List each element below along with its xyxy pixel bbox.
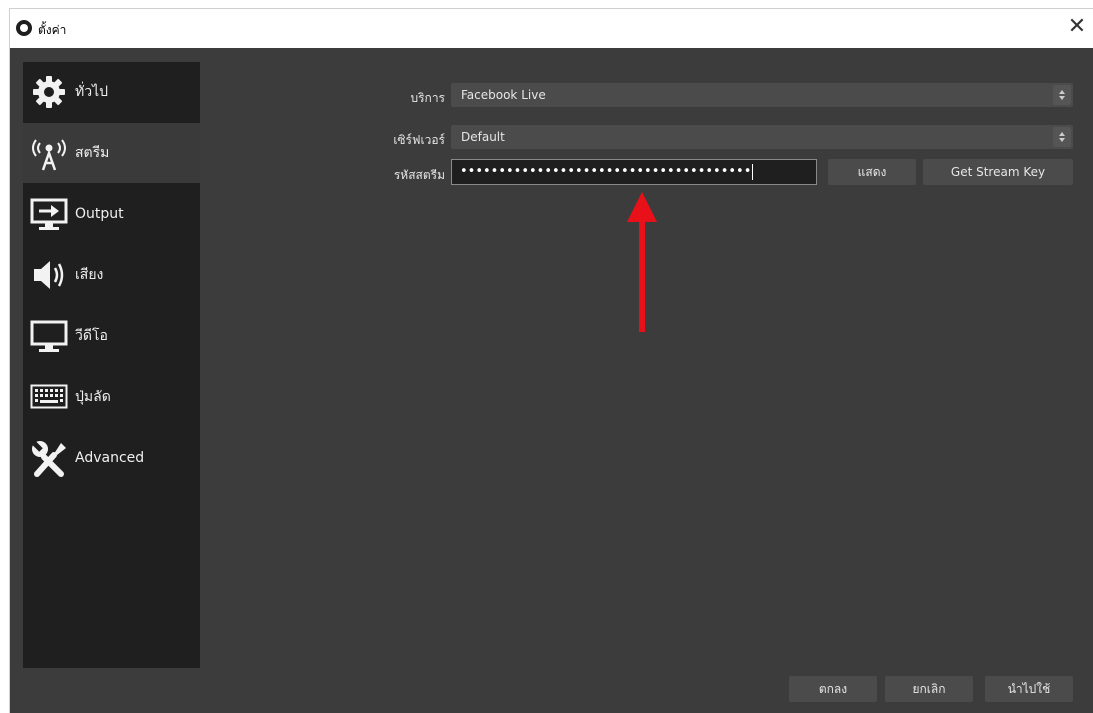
gear-icon	[29, 72, 69, 112]
close-button[interactable]: ✕	[1065, 13, 1089, 41]
sidebar-item-general[interactable]: ทั่วไป	[23, 62, 200, 122]
sidebar-item-label: Advanced	[75, 450, 145, 466]
sidebar-item-output[interactable]: Output	[23, 184, 200, 244]
service-select-value: Facebook Live	[461, 88, 546, 102]
window-title: ตั้งค่า	[38, 23, 67, 37]
show-key-button[interactable]: แสดง	[828, 159, 916, 185]
stream-key-value: ••••••••••••••••••••••••••••••••••••••	[460, 164, 752, 179]
sidebar-item-stream[interactable]: สตรีม	[23, 123, 200, 183]
service-select[interactable]: Facebook Live	[451, 83, 1073, 107]
ok-button[interactable]: ตกลง	[789, 676, 877, 702]
sidebar-item-audio[interactable]: เสียง	[23, 245, 200, 305]
server-select[interactable]: Default	[451, 125, 1073, 149]
speaker-icon	[29, 255, 69, 295]
spinner-arrows-icon	[1053, 127, 1071, 147]
settings-window: ทั่วไป สตรีม Output เสียง วีดีโอ ปุ่มลัด…	[9, 48, 1093, 713]
sidebar-item-label: เสียง	[75, 267, 104, 283]
text-caret	[752, 163, 754, 180]
title-bar: ตั้งค่า ✕	[9, 8, 1093, 48]
sidebar-item-label: สตรีม	[75, 145, 110, 161]
red-arrow-annotation	[627, 192, 657, 332]
cancel-button[interactable]: ยกเลิก	[885, 676, 973, 702]
output-icon	[29, 194, 69, 234]
tools-icon	[29, 438, 69, 478]
sidebar-item-label: วีดีโอ	[75, 328, 108, 344]
server-select-value: Default	[461, 130, 505, 144]
service-label: บริการ	[410, 91, 445, 105]
sidebar-item-hotkeys[interactable]: ปุ่มลัด	[23, 367, 200, 427]
sidebar-item-video[interactable]: วีดีโอ	[23, 306, 200, 366]
sidebar-item-label: ปุ่มลัด	[75, 389, 111, 405]
stream-key-label: รหัสสตรีม	[393, 168, 445, 182]
antenna-icon	[29, 133, 69, 173]
get-stream-key-button[interactable]: Get Stream Key	[923, 159, 1073, 185]
server-label: เซิร์ฟเวอร์	[393, 133, 445, 147]
sidebar-item-label: ทั่วไป	[75, 84, 109, 100]
sidebar-item-advanced[interactable]: Advanced	[23, 428, 200, 488]
stream-key-input[interactable]: ••••••••••••••••••••••••••••••••••••••	[451, 159, 817, 185]
keyboard-icon	[29, 377, 69, 417]
settings-sidebar: ทั่วไป สตรีม Output เสียง วีดีโอ ปุ่มลัด…	[23, 62, 200, 668]
obs-logo-icon	[16, 20, 32, 36]
spinner-arrows-icon	[1053, 85, 1071, 105]
apply-button[interactable]: นำไปใช้	[985, 676, 1073, 702]
sidebar-item-label: Output	[75, 206, 124, 222]
monitor-icon	[29, 316, 69, 356]
